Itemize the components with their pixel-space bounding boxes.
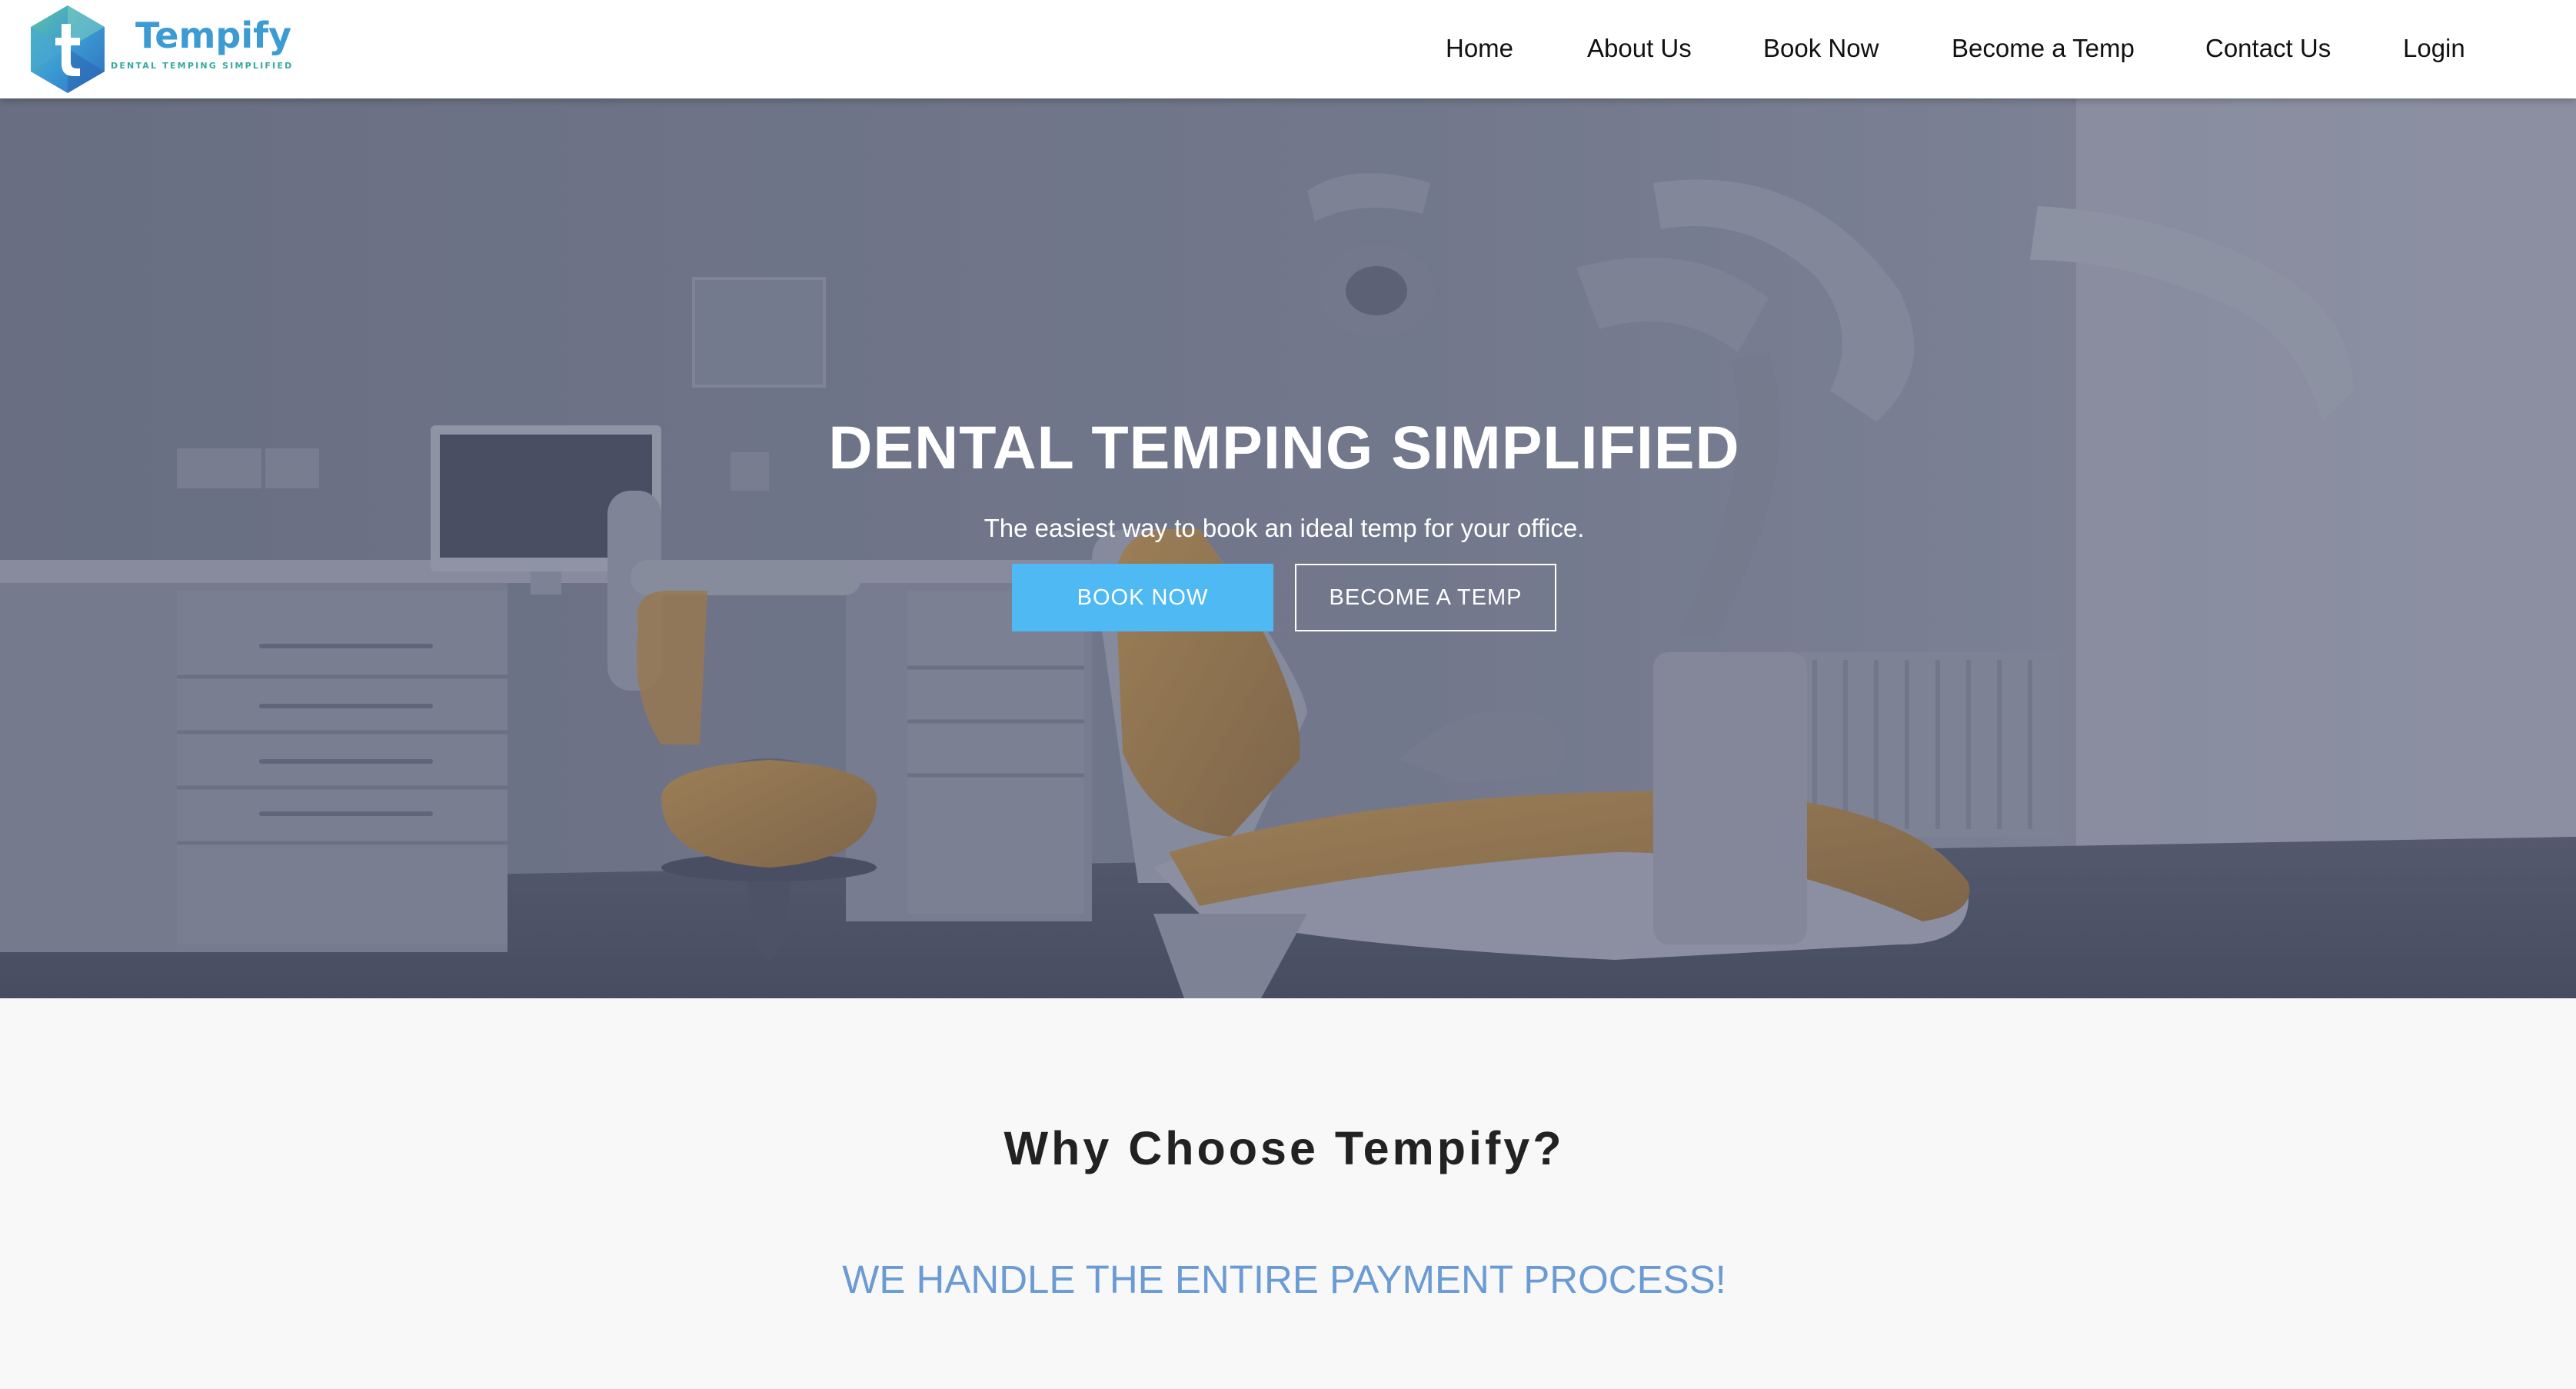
hero-section: DENTAL TEMPING SIMPLIFIED The easiest wa… [0,98,2576,998]
brand-name: Tempify [135,14,292,56]
dental-office-background-image [0,98,2576,998]
feature-headline: WE HANDLE THE ENTIRE PAYMENT PROCESS! [842,1257,1726,1301]
nav-home[interactable]: Home [1446,31,1513,66]
book-now-button[interactable]: BOOK NOW [1012,564,1273,631]
nav-contact-us[interactable]: Contact Us [2205,31,2331,66]
why-choose-section: Why Choose Tempify? WE HANDLE THE ENTIRE… [0,998,2576,1389]
nav-become-a-temp[interactable]: Become a Temp [1952,31,2135,66]
site-header: Tempify DENTAL TEMPING SIMPLIFIED Home A… [0,0,2576,98]
hero-title: DENTAL TEMPING SIMPLIFIED [828,413,1740,481]
become-a-temp-button[interactable]: BECOME A TEMP [1295,564,1556,631]
nav-book-now[interactable]: Book Now [1763,31,1879,66]
nav-login[interactable]: Login [2403,31,2465,66]
hero-subtitle: The easiest way to book an ideal temp fo… [983,514,1585,542]
logo[interactable]: Tempify DENTAL TEMPING SIMPLIFIED [28,0,293,98]
why-choose-heading: Why Choose Tempify? [1003,1122,1565,1174]
brand-tagline: DENTAL TEMPING SIMPLIFIED [111,60,294,71]
logo-text: Tempify DENTAL TEMPING SIMPLIFIED [111,18,293,71]
nav-about-us[interactable]: About Us [1587,31,1692,66]
logo-hexagon-icon [31,5,105,93]
